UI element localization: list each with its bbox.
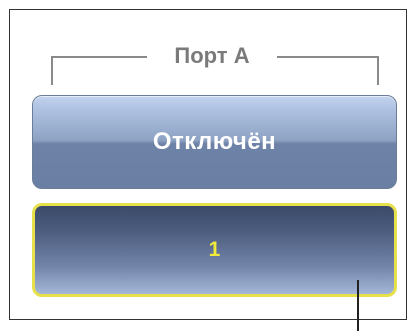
bracket-right-tick: [377, 56, 379, 85]
port-status-label: Отключён: [152, 128, 277, 155]
bracket-left-tick: [51, 56, 53, 85]
port-header-bracket: Порт A: [51, 39, 379, 85]
port-value-label: 1: [208, 238, 221, 261]
bracket-right-line: [277, 56, 379, 58]
port-value-button[interactable]: 1: [32, 203, 397, 297]
bracket-left-line: [51, 56, 147, 58]
port-status-button[interactable]: Отключён: [32, 95, 397, 189]
pointer-line: [357, 280, 359, 331]
port-title: Порт A: [174, 43, 250, 68]
port-panel: Порт A Отключён 1: [0, 0, 417, 331]
